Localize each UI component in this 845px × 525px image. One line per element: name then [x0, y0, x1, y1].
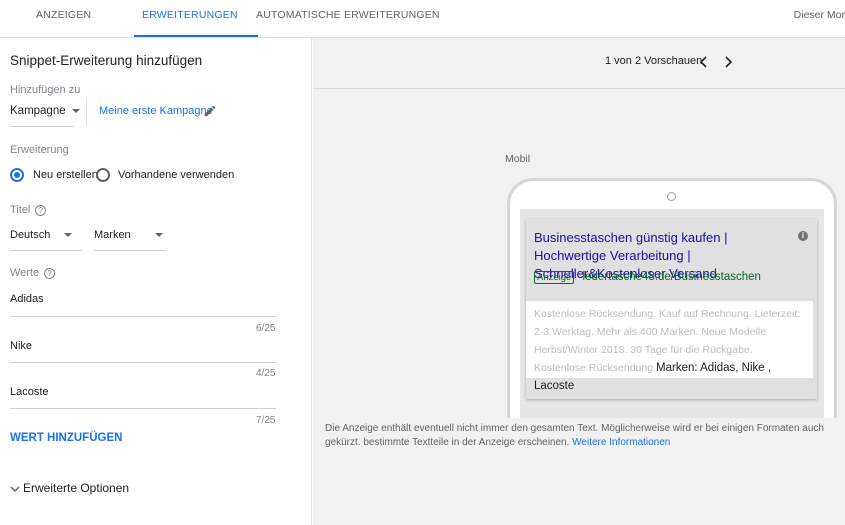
divider: [10, 408, 276, 409]
date-range-label[interactable]: Dieser Mor: [794, 0, 845, 30]
advanced-options-toggle[interactable]: Erweiterte Optionen: [10, 481, 129, 495]
language-select-value: Deutsch: [10, 229, 51, 241]
chevron-down-icon: [154, 233, 163, 238]
help-icon[interactable]: ?: [35, 204, 47, 216]
language-select[interactable]: Deutsch: [10, 229, 73, 241]
tab-automatische-erweiterungen[interactable]: AUTOMATISCHE ERWEITERUNGEN: [256, 0, 440, 37]
extension-label: Erweiterung: [10, 144, 69, 156]
tab-bar: ANZEIGEN ERWEITERUNGEN AUTOMATISCHE ERWE…: [0, 0, 845, 38]
advanced-options-label: Erweiterte Optionen: [23, 481, 130, 495]
ad-description: Kostenlose Rücksendung. Kauf auf Rechnun…: [526, 301, 813, 392]
learn-more-link[interactable]: Weitere Informationen: [572, 437, 670, 448]
panel-title: Snippet-Erweiterung hinzufügen: [10, 53, 203, 68]
preview-header: 1 von 2 Vorschauen: [313, 38, 845, 89]
radio-new-label: Neu erstellen: [33, 169, 98, 181]
ad-preview-card: Businesstaschen günstig kaufen | Hochwer…: [526, 219, 817, 399]
pencil-icon[interactable]: [203, 104, 217, 118]
add-value-button[interactable]: WERT HINZUFÜGEN: [10, 432, 122, 444]
info-icon[interactable]: i: [798, 231, 808, 241]
chevron-right-icon[interactable]: [723, 56, 733, 68]
char-counter: 6/25: [256, 323, 276, 334]
divider: [10, 126, 74, 127]
divider: [10, 316, 276, 317]
divider: [94, 250, 166, 251]
char-counter: 4/25: [256, 368, 276, 379]
values-label-text: Werte: [10, 267, 40, 279]
level-select-value: Kampagne: [10, 105, 66, 117]
values-label: Werte?: [10, 267, 56, 279]
char-counter: 7/25: [256, 415, 276, 426]
ad-display-url: ledertasche48.de/Businesstaschen: [582, 271, 761, 283]
radio-new[interactable]: [10, 168, 24, 182]
ad-display-url-row: Anzeige ledertasche48.de/Businesstaschen: [534, 271, 761, 284]
divider: [10, 362, 276, 363]
title-label-text: Titel: [10, 204, 31, 216]
chevron-left-icon[interactable]: [699, 56, 709, 68]
preview-note: Die Anzeige enthält eventuell nicht imme…: [325, 422, 845, 450]
phone-camera: [667, 192, 676, 201]
value-input-1[interactable]: Adidas: [10, 293, 44, 305]
tab-anzeigen[interactable]: ANZEIGEN: [36, 0, 91, 37]
preview-panel: 1 von 2 Vorschauen Mobil Businesstaschen…: [313, 38, 845, 525]
value-input-3[interactable]: Lacoste: [10, 386, 49, 398]
tab-erweiterungen[interactable]: ERWEITERUNGEN: [134, 0, 258, 37]
help-icon[interactable]: ?: [44, 267, 56, 279]
ad-badge: Anzeige: [534, 271, 575, 284]
divider: [10, 250, 82, 251]
header-select[interactable]: Marken: [94, 229, 163, 241]
chevron-down-icon: [10, 486, 20, 492]
chevron-down-icon: [71, 108, 80, 113]
device-label: Mobil: [505, 153, 531, 165]
radio-existing[interactable]: [96, 168, 110, 182]
value-input-2[interactable]: Nike: [10, 340, 32, 352]
phone-frame: Businesstaschen günstig kaufen | Hochwer…: [507, 178, 837, 418]
radio-existing-label: Vorhandene verwenden: [118, 169, 235, 181]
divider: [86, 100, 87, 126]
title-label: Titel?: [10, 204, 47, 216]
chevron-down-icon: [64, 233, 73, 238]
header-select-value: Marken: [94, 229, 131, 241]
level-select[interactable]: Kampagne: [10, 105, 80, 117]
form-panel: Snippet-Erweiterung hinzufügen Hinzufüge…: [0, 38, 312, 525]
phone-screen: Businesstaschen günstig kaufen | Hochwer…: [520, 209, 824, 418]
preview-pager: 1 von 2 Vorschauen: [605, 55, 703, 67]
add-to-label: Hinzufügen zu: [10, 84, 81, 96]
campaign-link[interactable]: Meine erste Kampagne: [99, 105, 213, 117]
